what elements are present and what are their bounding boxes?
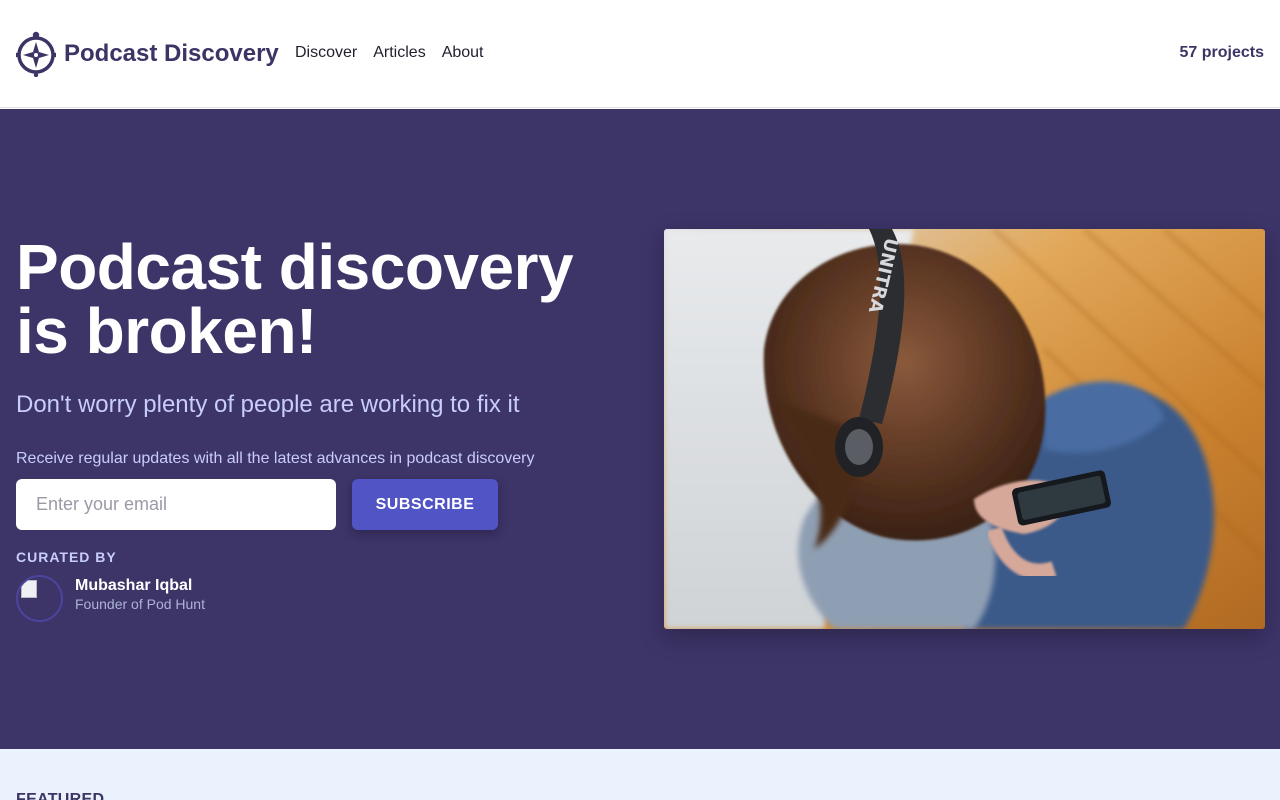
hero-section: Podcast discovery is broken! Don't worry… — [0, 109, 1280, 749]
nav-about[interactable]: About — [442, 44, 484, 62]
avatar — [16, 575, 63, 622]
nav-articles[interactable]: Articles — [373, 44, 425, 62]
curated-by-label: CURATED BY — [16, 549, 117, 565]
curator-role: Founder of Pod Hunt — [75, 596, 205, 612]
featured-section: FEATURED — [0, 749, 1280, 800]
site-header: Podcast Discovery Discover Articles Abou… — [0, 0, 1280, 108]
hero-image: UNITRA — [664, 229, 1265, 629]
featured-heading: FEATURED — [16, 791, 105, 800]
hero-title: Podcast discovery is broken! — [16, 231, 574, 367]
email-input[interactable] — [16, 479, 336, 530]
subscribe-button[interactable]: SUBSCRIBE — [352, 479, 498, 530]
brand-link[interactable]: Podcast Discovery — [16, 31, 279, 77]
newsletter-description: Receive regular updates with all the lat… — [16, 450, 535, 467]
projects-count[interactable]: 57 projects — [1180, 44, 1264, 62]
brand-name: Podcast Discovery — [64, 40, 279, 67]
hero-subtitle: Don't worry plenty of people are working… — [16, 391, 520, 418]
curator-card[interactable]: Mubashar Iqbal Founder of Pod Hunt — [16, 575, 205, 622]
compass-icon — [16, 31, 56, 77]
curator-name: Mubashar Iqbal — [75, 577, 193, 594]
main-nav: Discover Articles About — [295, 44, 500, 62]
nav-discover[interactable]: Discover — [295, 44, 357, 62]
curator-info: Mubashar Iqbal Founder of Pod Hunt — [75, 575, 205, 622]
